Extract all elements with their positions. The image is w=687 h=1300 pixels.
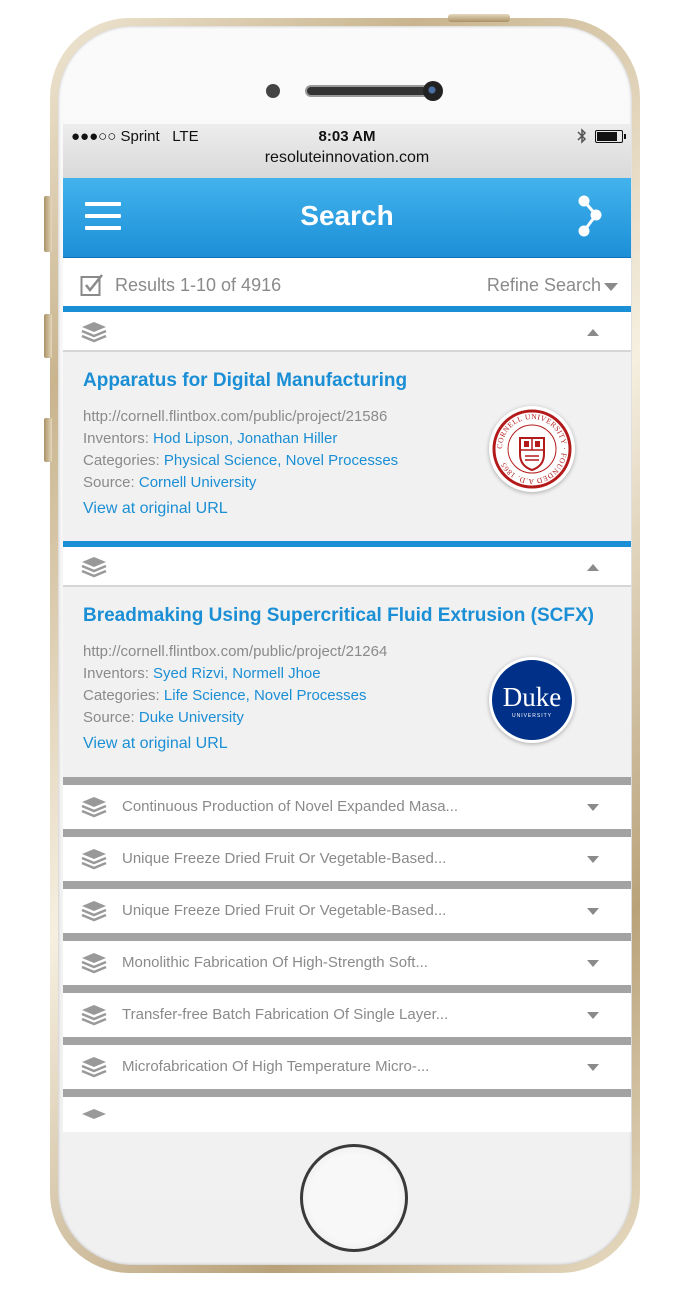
home-button[interactable] (300, 1144, 408, 1252)
address-url[interactable]: resoluteinnovation.com (63, 149, 631, 167)
source-label: Source: (83, 474, 135, 491)
categories-link[interactable]: Physical Science, Novel Processes (164, 452, 398, 469)
cornell-logo: CORNELL UNIVERSITY · FOUNDED A.D. 1865 (489, 406, 575, 492)
power-button (448, 14, 510, 22)
list-item[interactable]: Microfabrication Of High Temperature Mic… (63, 1045, 631, 1089)
result-header[interactable] (63, 312, 631, 352)
inventors-label: Inventors: (83, 430, 149, 447)
share-icon[interactable] (577, 194, 603, 238)
refine-search-button[interactable]: Refine Search (487, 275, 601, 296)
chevron-up-icon[interactable] (587, 564, 599, 571)
layers-icon (81, 1005, 107, 1026)
chevron-down-icon[interactable] (587, 960, 599, 967)
categories-label: Categories: (83, 687, 160, 704)
layers-icon (81, 557, 107, 578)
list-item-title: Monolithic Fabrication Of High-Strength … (122, 954, 428, 971)
source-label: Source: (83, 709, 135, 726)
layers-icon (81, 322, 107, 343)
layers-icon (81, 1057, 107, 1078)
separator (63, 881, 631, 889)
status-bar: ●●●○○ Sprint LTE 8:03 AM resoluteinnovat… (63, 124, 631, 178)
list-item[interactable]: Unique Freeze Dried Fruit Or Vegetable-B… (63, 837, 631, 881)
chevron-down-icon[interactable] (587, 856, 599, 863)
layers-icon (81, 849, 107, 870)
list-item-title: Unique Freeze Dried Fruit Or Vegetable-B… (122, 850, 447, 867)
app-header: Search (63, 178, 631, 258)
list-item[interactable]: Continuous Production of Novel Expanded … (63, 785, 631, 829)
status-right (577, 128, 626, 144)
page-title: Search (300, 200, 394, 231)
results-count: Results 1-10 of 4916 (115, 275, 282, 295)
source-link[interactable]: Duke University (139, 709, 244, 726)
layers-icon (81, 901, 107, 922)
inventors-link[interactable]: Hod Lipson, Jonathan Hiller (153, 430, 337, 447)
status-time: 8:03 AM (318, 128, 376, 145)
result-card: Apparatus for Digital Manufacturing http… (63, 352, 631, 541)
duke-logo-text: Duke (502, 682, 562, 712)
battery-icon (595, 129, 626, 143)
chevron-down-icon[interactable] (587, 908, 599, 915)
mute-switch (44, 196, 52, 252)
layers-icon (81, 953, 107, 974)
chevron-up-icon[interactable] (587, 329, 599, 336)
inventors-link[interactable]: Syed Rizvi, Normell Jhoe (153, 665, 321, 682)
source-link[interactable]: Cornell University (139, 474, 257, 491)
proximity-sensor (266, 84, 280, 98)
screen: ●●●○○ Sprint LTE 8:03 AM resoluteinnovat… (63, 124, 631, 1132)
chevron-down-icon[interactable] (587, 1012, 599, 1019)
duke-logo: Duke UNIVERSITY (489, 657, 575, 743)
categories-label: Categories: (83, 452, 160, 469)
separator (63, 1037, 631, 1045)
list-item[interactable]: Unique Freeze Dried Fruit Or Vegetable-B… (63, 889, 631, 933)
volume-down-button (44, 418, 52, 462)
result-card: Breadmaking Using Supercritical Fluid Ex… (63, 587, 631, 777)
duke-logo-subtext: UNIVERSITY (511, 713, 552, 719)
cornell-seal-icon: CORNELL UNIVERSITY · FOUNDED A.D. 1865 (492, 409, 572, 489)
separator (63, 933, 631, 941)
front-camera (423, 81, 443, 101)
results-bar: Results 1-10 of 4916 Refine Search (63, 258, 631, 312)
layers-icon (82, 1109, 106, 1119)
chevron-down-icon[interactable] (587, 804, 599, 811)
chevron-down-icon[interactable] (604, 283, 618, 291)
categories-link[interactable]: Life Science, Novel Processes (164, 687, 367, 704)
list-item[interactable]: Transfer-free Batch Fabrication Of Singl… (63, 993, 631, 1037)
earpiece-speaker (305, 85, 431, 97)
list-item-title: Unique Freeze Dried Fruit Or Vegetable-B… (122, 902, 447, 919)
chevron-down-icon[interactable] (587, 1064, 599, 1071)
result-title[interactable]: Breadmaking Using Supercritical Fluid Ex… (83, 605, 611, 627)
collapsed-results: Continuous Production of Novel Expanded … (63, 785, 631, 1097)
bluetooth-icon (577, 128, 587, 144)
result-header[interactable] (63, 547, 631, 587)
list-item-title: Transfer-free Batch Fabrication Of Singl… (122, 1006, 449, 1023)
view-original-url-link[interactable]: View at original URL (83, 500, 611, 518)
volume-up-button (44, 314, 52, 358)
list-item[interactable] (63, 1097, 631, 1132)
list-item-title: Continuous Production of Novel Expanded … (122, 798, 459, 815)
separator (63, 777, 631, 785)
inventors-label: Inventors: (83, 665, 149, 682)
list-item[interactable]: Monolithic Fabrication Of High-Strength … (63, 941, 631, 985)
list-item-title: Microfabrication Of High Temperature Mic… (122, 1058, 430, 1075)
result-title[interactable]: Apparatus for Digital Manufacturing (83, 370, 611, 392)
separator (63, 985, 631, 993)
separator (63, 829, 631, 837)
checkbox-icon[interactable] (80, 273, 104, 297)
separator (63, 1089, 631, 1097)
layers-icon (81, 797, 107, 818)
